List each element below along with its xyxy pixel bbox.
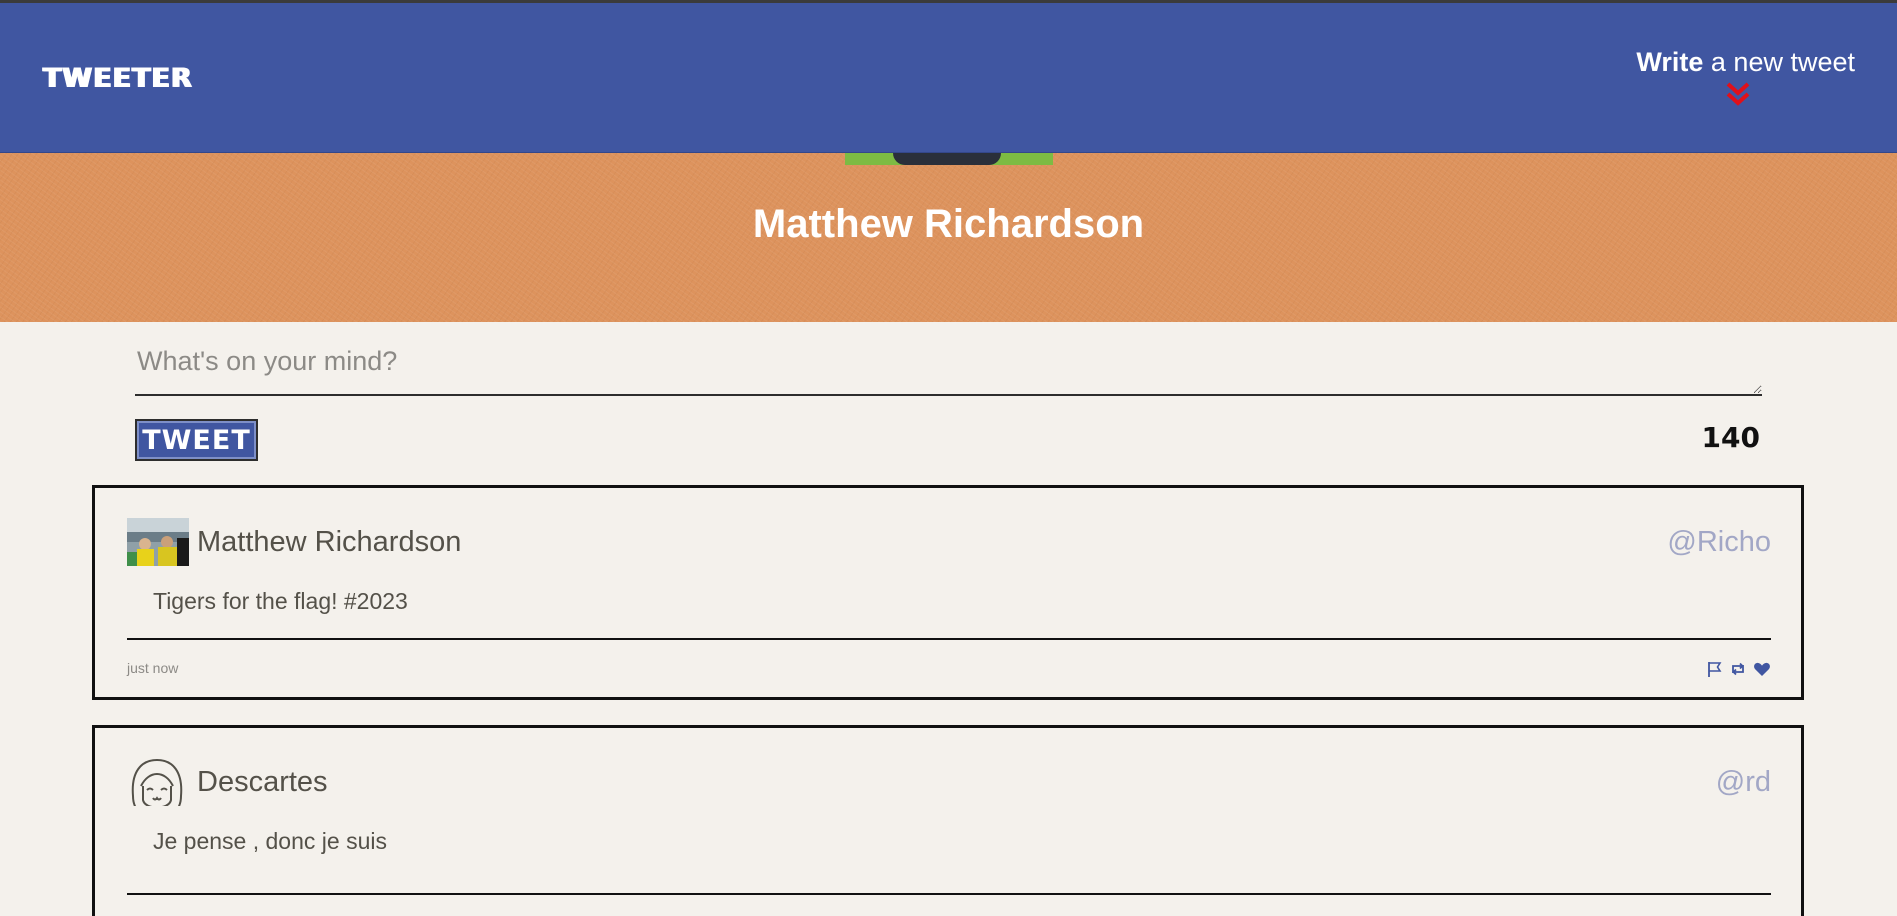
- tweet-author-handle: @rd: [1715, 766, 1771, 798]
- tweet-submit-button[interactable]: TWEET: [135, 419, 258, 461]
- tweet-text-input[interactable]: [135, 340, 1762, 396]
- tweet-text: Tigers for the flag! #2023: [153, 588, 408, 614]
- profile-name: Matthew Richardson: [752, 202, 1145, 246]
- double-chevron-down-icon[interactable]: [1720, 80, 1756, 110]
- author-avatar: [127, 518, 189, 566]
- tweet-header: Descartes @rd: [127, 758, 1771, 808]
- tweet-timestamp: just now: [127, 660, 179, 676]
- tweet-author-name: Descartes: [197, 766, 328, 798]
- tweet-footer: just now: [127, 660, 1771, 680]
- write-label-bold: Write: [1636, 47, 1704, 77]
- top-nav: TWEETER Write a new tweet: [0, 3, 1897, 153]
- write-new-tweet-toggle[interactable]: Write a new tweet: [1636, 47, 1855, 110]
- tweet-card: Descartes @rd Je pense , donc je suis: [92, 725, 1804, 916]
- tweet-action-icons: [1705, 660, 1771, 678]
- new-tweet-section: TWEET 140: [135, 340, 1762, 479]
- author-avatar: [127, 758, 189, 806]
- tweet-author-name: Matthew Richardson: [197, 526, 462, 558]
- tweet-divider: [127, 893, 1771, 895]
- tweet-card: Matthew Richardson @Richo Tigers for the…: [92, 485, 1804, 700]
- tweet-divider: [127, 638, 1771, 640]
- profile-avatar: [845, 153, 1053, 165]
- heart-icon[interactable]: [1753, 660, 1771, 678]
- site-logo[interactable]: TWEETER: [43, 63, 193, 94]
- write-new-tweet-label: Write a new tweet: [1636, 47, 1855, 78]
- character-counter: 140: [1701, 421, 1760, 454]
- tweet-author-handle: @Richo: [1667, 526, 1771, 558]
- retweet-icon[interactable]: [1729, 660, 1747, 678]
- tweet-text: Je pense , donc je suis: [153, 828, 387, 854]
- tweet-header: Matthew Richardson @Richo: [127, 518, 1771, 568]
- new-tweet-actions: TWEET 140: [135, 419, 1762, 479]
- write-label-rest: a new tweet: [1703, 47, 1855, 77]
- flag-icon[interactable]: [1705, 660, 1723, 678]
